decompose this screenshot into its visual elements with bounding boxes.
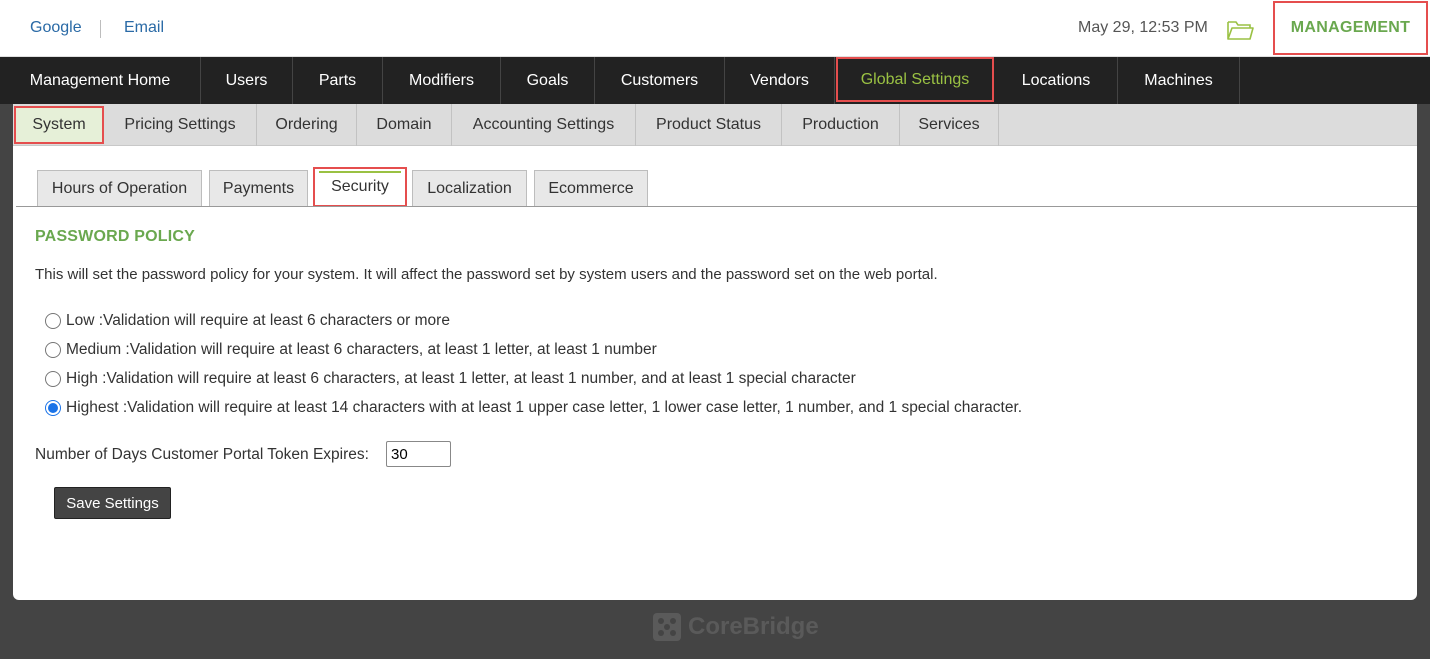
policy-option-label: Highest :Validation will require at leas… (66, 399, 1023, 416)
top-link-divider (100, 20, 101, 38)
password-policy-heading: PASSWORD POLICY (35, 228, 196, 245)
subnav-system[interactable]: System (14, 106, 104, 144)
radio-low[interactable] (45, 313, 61, 329)
sub-nav: System Pricing Settings Ordering Domain … (13, 104, 1417, 146)
nav-vendors[interactable]: Vendors (725, 57, 835, 104)
folder-open-icon[interactable] (1226, 18, 1254, 42)
radio-high[interactable] (45, 371, 61, 387)
subnav-production[interactable]: Production (782, 104, 900, 146)
email-link[interactable]: Email (124, 19, 164, 37)
footer-brand: CoreBridge (688, 613, 819, 640)
nav-management-home[interactable]: Management Home (0, 57, 201, 104)
nav-locations[interactable]: Locations (995, 57, 1118, 104)
subnav-product-status[interactable]: Product Status (636, 104, 782, 146)
top-bar: Google Email May 29, 12:53 PM MANAGEMENT (0, 0, 1430, 57)
policy-option-label: Low :Validation will require at least 6 … (66, 312, 450, 329)
policy-option-low[interactable]: Low :Validation will require at least 6 … (45, 312, 450, 330)
subnav-ordering[interactable]: Ordering (257, 104, 357, 146)
save-settings-button[interactable]: Save Settings (54, 487, 171, 519)
corebridge-logo-icon (653, 613, 681, 641)
radio-medium[interactable] (45, 342, 61, 358)
policy-option-highest[interactable]: Highest :Validation will require at leas… (45, 399, 1022, 417)
subnav-domain[interactable]: Domain (357, 104, 452, 146)
radio-highest[interactable] (45, 400, 61, 416)
corebridge-logo: CoreBridge (652, 612, 819, 642)
subnav-accounting-settings[interactable]: Accounting Settings (452, 104, 636, 146)
token-expiry-label: Number of Days Customer Portal Token Exp… (35, 446, 369, 463)
nav-machines[interactable]: Machines (1118, 57, 1240, 104)
policy-option-label: Medium :Validation will require at least… (66, 341, 657, 358)
current-datetime: May 29, 12:53 PM (1078, 19, 1208, 36)
tab-hours-of-operation[interactable]: Hours of Operation (37, 170, 202, 207)
password-policy-description: This will set the password policy for yo… (35, 266, 938, 283)
token-expiry-input[interactable] (386, 441, 451, 467)
subnav-pricing-settings[interactable]: Pricing Settings (104, 104, 257, 146)
policy-option-label: High :Validation will require at least 6… (66, 370, 856, 387)
management-button[interactable]: MANAGEMENT (1273, 1, 1428, 55)
subnav-services[interactable]: Services (900, 104, 999, 146)
tab-localization[interactable]: Localization (412, 170, 527, 207)
tab-security[interactable]: Security (313, 167, 407, 207)
nav-users[interactable]: Users (201, 57, 293, 104)
google-link[interactable]: Google (30, 19, 82, 37)
tab-payments[interactable]: Payments (209, 170, 308, 207)
policy-option-high[interactable]: High :Validation will require at least 6… (45, 370, 856, 388)
policy-option-medium[interactable]: Medium :Validation will require at least… (45, 341, 657, 359)
nav-global-settings[interactable]: Global Settings (836, 57, 994, 102)
nav-customers[interactable]: Customers (595, 57, 725, 104)
tab-ecommerce[interactable]: Ecommerce (534, 170, 648, 207)
nav-parts[interactable]: Parts (293, 57, 383, 104)
main-nav: Management Home Users Parts Modifiers Go… (0, 57, 1430, 104)
tab-baseline (16, 206, 1417, 207)
nav-goals[interactable]: Goals (501, 57, 595, 104)
nav-modifiers[interactable]: Modifiers (383, 57, 501, 104)
